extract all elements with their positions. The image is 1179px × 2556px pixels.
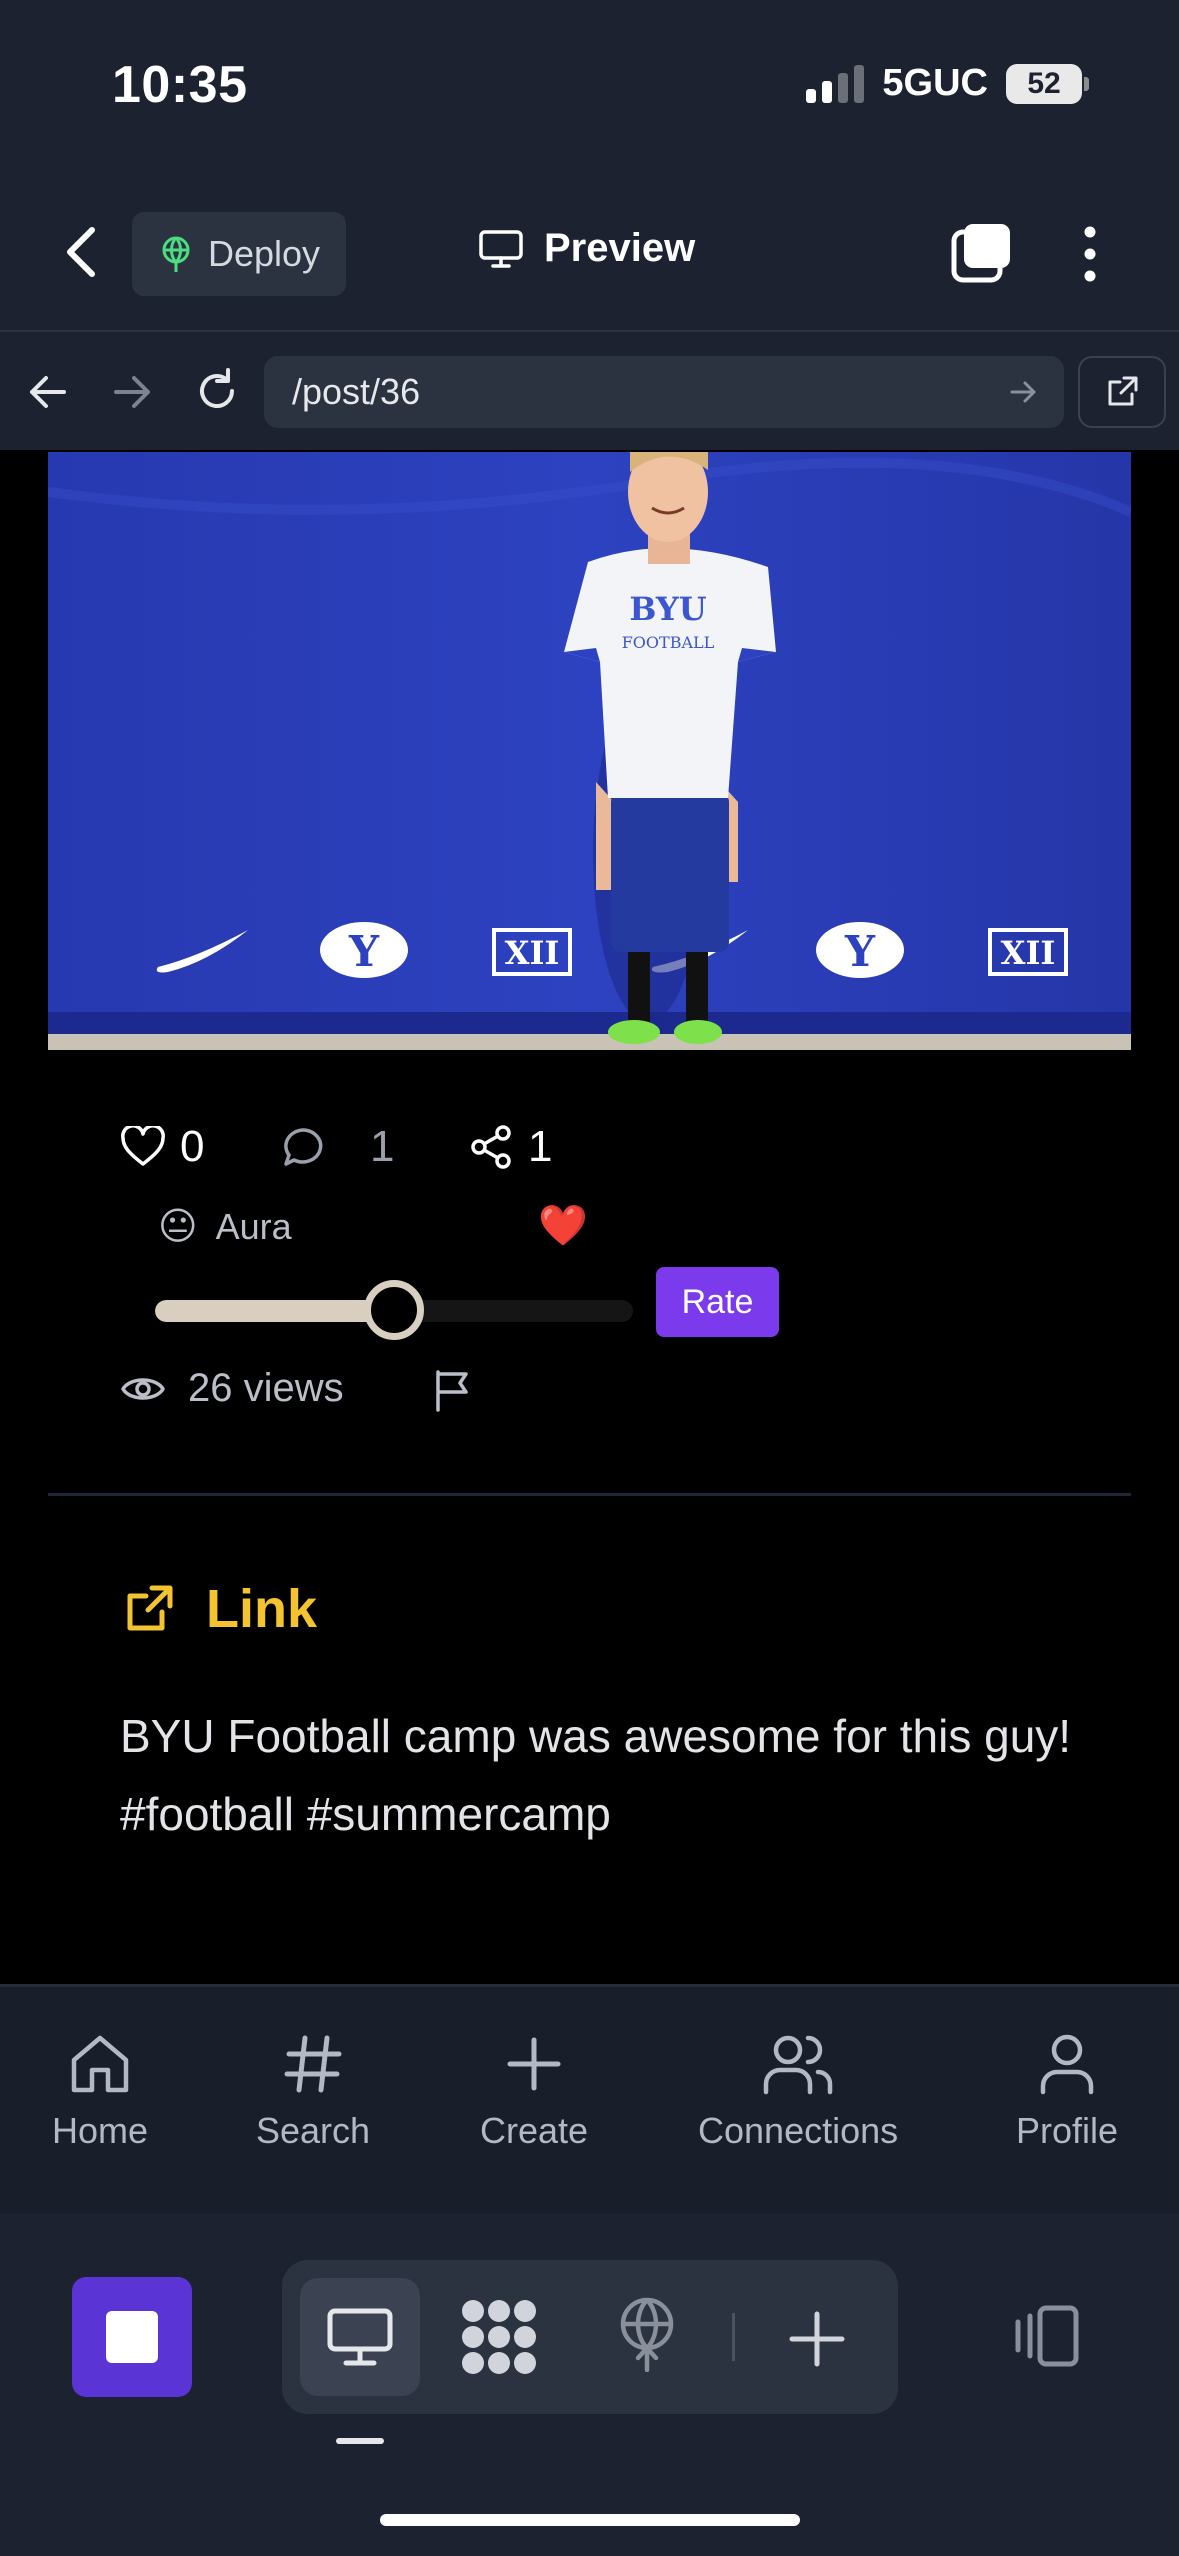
signal-icon [806,64,865,103]
nav-search[interactable]: Search [256,2032,370,2152]
aura-rating: 😐 Aura [158,1204,292,1249]
deploy-button[interactable]: Deploy [132,212,346,296]
plus-icon [789,2311,845,2367]
user-icon [1040,2034,1094,2095]
tabs-icon [951,224,1010,283]
deploy-icon [620,2297,674,2372]
nav-search-label: Search [256,2110,371,2151]
chevron-left-icon [67,227,95,277]
external-link-icon [127,1585,173,1631]
like-count: 0 [180,1122,205,1171]
preview-tab[interactable]: Preview [478,226,695,271]
tabs-button[interactable] [950,222,1012,284]
nav-create-label: Create [480,2110,589,2151]
reload-button[interactable] [192,366,242,416]
apps-button[interactable] [460,2298,538,2376]
heart-icon [121,1126,165,1166]
post-description: BYU Football camp was awesome for this g… [120,1710,1072,1840]
deploy-icon [162,236,190,272]
bottom-navigation [0,1984,1179,2214]
battery-level: 52 [1006,63,1082,104]
open-external-button[interactable] [1078,356,1166,428]
arrow-right-icon [1010,381,1036,403]
comment-icon [284,1128,323,1166]
svg-text:Y: Y [348,927,380,976]
svg-text:XII: XII [1001,934,1056,972]
status-time: 10:35 [112,56,248,114]
preview-label: Preview [544,226,696,270]
svg-text:BYU: BYU [629,590,706,628]
more-menu-button[interactable] [1070,224,1110,284]
more-vertical-icon [1084,226,1096,282]
url-field[interactable]: /post/36 [264,356,1064,428]
network-type: 5GUC [882,62,988,104]
neutral-face-icon: 😐 [158,1206,198,1248]
view-count: 26 views [120,1366,344,1411]
big12-logo: XII [492,928,572,976]
views-label: 26 views [188,1366,344,1410]
post-photo: Y Y XII XII BYU FOOTBALL [48,452,1131,1050]
users-icon [763,2035,833,2095]
post-image[interactable]: Y Y XII XII BYU FOOTBALL [48,452,1131,1050]
monitor-icon [479,229,523,268]
share-icon [471,1125,511,1169]
plus-icon [507,2037,561,2091]
monitor-icon [327,2308,393,2366]
nav-connections[interactable]: Connections [698,2032,898,2152]
deploy-label: Deploy [207,233,321,274]
rate-button[interactable]: Rate [656,1267,779,1337]
share-count: 1 [528,1122,553,1171]
external-link-icon [1108,376,1138,406]
share-button[interactable]: 1 [470,1122,552,1172]
nav-home[interactable]: Home [52,2032,148,2152]
heart-emoji-icon: ❤️ [538,1204,588,1248]
nav-create[interactable]: Create [480,2032,588,2152]
browser-forward-button[interactable] [110,370,154,414]
stop-button[interactable] [72,2277,192,2397]
nav-profile-label: Profile [1016,2110,1119,2151]
eye-icon [121,1377,165,1400]
home-icon [71,2035,129,2093]
apps-grid-icon [462,2300,536,2374]
panel-icon [1015,2305,1079,2367]
toolbar-separator [732,2313,735,2361]
status-indicators: 5GUC 52 [806,62,1089,105]
svg-text:Y: Y [844,927,876,976]
browser-back-button[interactable] [26,370,70,414]
svg-text:FOOTBALL: FOOTBALL [622,633,715,652]
add-tab-button[interactable] [788,2310,846,2368]
comment-count: 1 [370,1122,395,1171]
nav-home-label: Home [52,2110,149,2151]
deploy-view-button[interactable] [616,2296,678,2372]
desktop-view-button[interactable] [300,2278,420,2396]
active-tab-indicator [336,2438,384,2444]
arrow-right-icon [114,376,150,408]
reload-icon [200,368,234,408]
panel-toggle-button[interactable] [1010,2304,1082,2368]
divider [48,1493,1131,1496]
post-link[interactable]: Link [122,1578,317,1640]
battery-icon: 52 [1006,63,1089,104]
like-button[interactable]: 0 [120,1122,204,1172]
hash-icon [284,2035,342,2093]
flag-icon [436,1370,468,1412]
link-label: Link [206,1579,318,1639]
byu-logo: Y [320,922,408,978]
svg-text:XII: XII [505,934,560,972]
home-indicator[interactable] [380,2514,800,2526]
url-go-button[interactable] [1008,377,1038,407]
back-button[interactable] [58,222,108,282]
comment-button[interactable]: 1 [282,1122,394,1172]
aura-label: Aura [215,1205,292,1247]
nav-profile[interactable]: Profile [1016,2032,1118,2152]
aura-slider-thumb[interactable] [364,1280,424,1340]
stop-icon [106,2311,158,2363]
nav-connections-label: Connections [698,2110,899,2151]
arrow-left-icon [30,376,66,408]
report-button[interactable] [430,1368,474,1412]
aura-slider-fill [155,1300,394,1322]
